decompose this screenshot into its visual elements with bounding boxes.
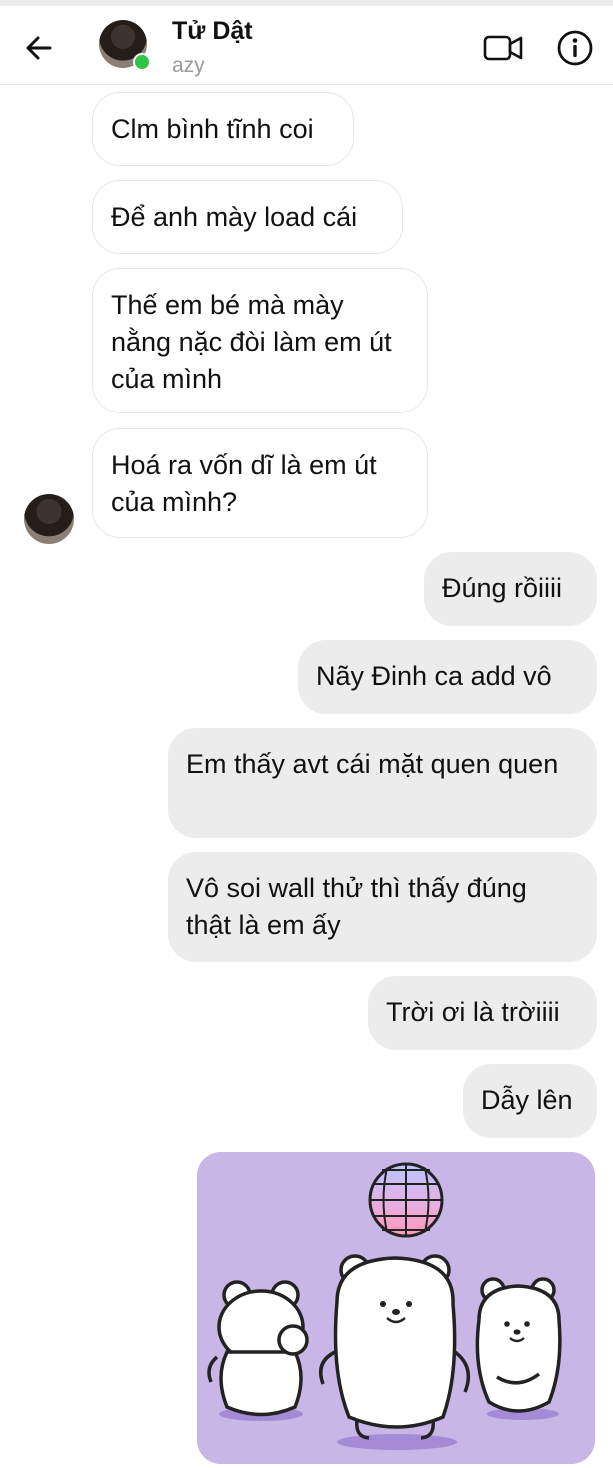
sticker-message[interactable] bbox=[197, 1152, 595, 1464]
message-bubble-outgoing[interactable]: Vô soi wall thử thì thấy đúng thật là em… bbox=[168, 852, 597, 962]
chat-header: Tử Dật azy bbox=[0, 6, 613, 85]
message-bubble-incoming[interactable]: Để anh mày load cái bbox=[92, 180, 403, 254]
disco-ball-icon bbox=[368, 1162, 444, 1238]
info-circle-icon bbox=[557, 30, 593, 66]
message-bubble-incoming[interactable]: Clm bình tĩnh coi bbox=[92, 92, 354, 166]
message-bubble-outgoing[interactable]: Em thấy avt cái mặt quen quen bbox=[168, 728, 597, 838]
message-bubble-incoming[interactable]: Hoá ra vốn dĩ là em út của mình? bbox=[92, 428, 428, 538]
message-bubble-outgoing[interactable]: Đúng rồiiii bbox=[424, 552, 597, 626]
online-status-dot bbox=[133, 53, 151, 71]
contact-name[interactable]: Tử Dật bbox=[172, 17, 253, 46]
message-bubble-outgoing[interactable]: Trời ơi là trờiiii bbox=[368, 976, 597, 1050]
message-bubble-outgoing[interactable]: Nãy Đinh ca add vô bbox=[298, 640, 597, 714]
dancing-bears-disco-ball-sticker bbox=[197, 1152, 595, 1464]
message-bubble-outgoing[interactable]: Dẫy lên bbox=[463, 1064, 597, 1138]
video-camera-icon bbox=[483, 35, 523, 61]
contact-avatar[interactable] bbox=[99, 20, 151, 71]
sender-avatar[interactable] bbox=[24, 494, 74, 544]
video-call-button[interactable] bbox=[482, 28, 524, 68]
info-button[interactable] bbox=[555, 28, 595, 68]
back-button[interactable] bbox=[20, 28, 60, 68]
right-bear-icon bbox=[475, 1277, 562, 1413]
contact-subtitle: azy bbox=[172, 54, 205, 77]
arrow-left-icon bbox=[26, 36, 52, 60]
message-bubble-incoming[interactable]: Thế em bé mà mày nằng nặc đòi làm em út … bbox=[92, 268, 428, 413]
